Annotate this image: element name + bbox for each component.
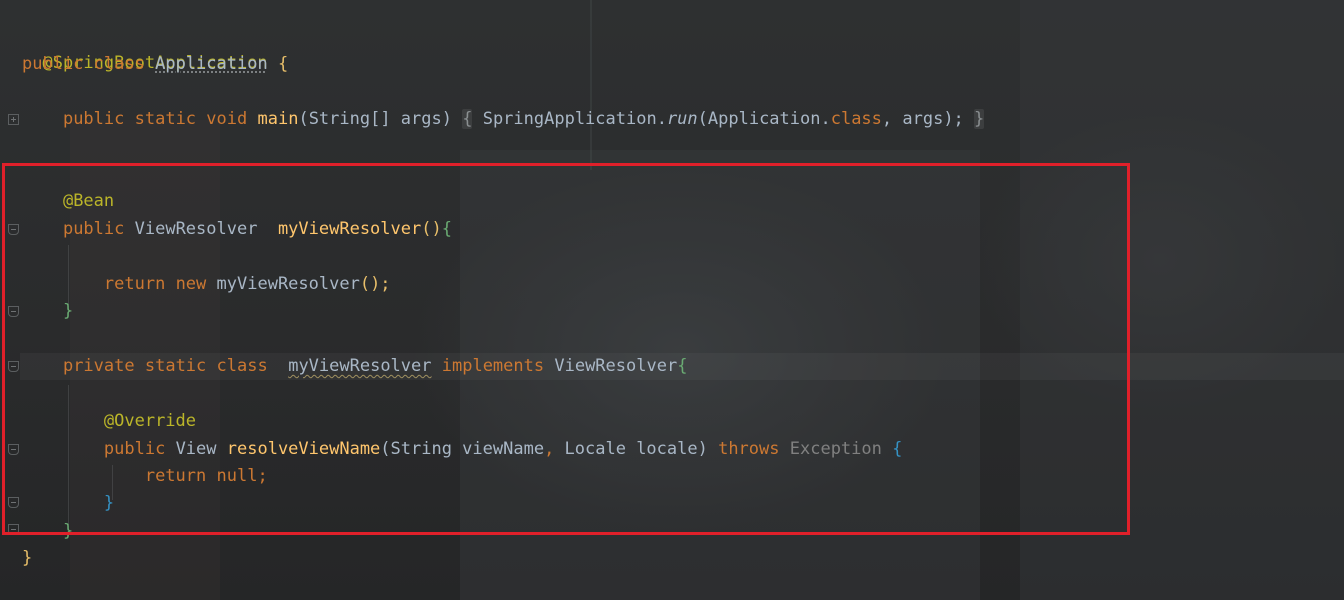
run-args-start: (Application. bbox=[697, 109, 831, 129]
code-line-13[interactable]: } bbox=[22, 518, 73, 545]
springapplication-call: SpringApplication. bbox=[472, 109, 667, 129]
keyword-void: void bbox=[206, 109, 248, 129]
folded-brace-close: } bbox=[974, 109, 985, 129]
keyword-return: return bbox=[144, 466, 207, 486]
keyword-public: public bbox=[22, 54, 84, 74]
method-run: run bbox=[666, 109, 698, 129]
code-line-2[interactable]: public class Application { bbox=[22, 51, 288, 78]
brace-open: { bbox=[277, 54, 289, 74]
main-params: (String[] args) bbox=[298, 109, 463, 129]
value-null: null; bbox=[216, 466, 268, 486]
code-line-10[interactable]: public View resolveViewName(String viewN… bbox=[22, 436, 902, 463]
constructor-parens: (); bbox=[359, 274, 391, 294]
keyword-new: new bbox=[175, 274, 207, 294]
fold-collapse-icon[interactable] bbox=[8, 306, 19, 317]
type-exception: Exception bbox=[789, 439, 882, 459]
brace-close: } bbox=[62, 301, 74, 321]
brace-open: { bbox=[677, 356, 688, 376]
folded-brace-open: { bbox=[462, 109, 473, 129]
params-viewname: (String viewName bbox=[380, 439, 545, 459]
fold-collapse-icon[interactable] bbox=[8, 444, 19, 455]
code-line-5[interactable]: public ViewResolver myViewResolver(){ bbox=[22, 216, 452, 243]
keyword-static: static bbox=[144, 356, 207, 376]
code-line-11[interactable]: return null; bbox=[22, 463, 268, 490]
code-line-14[interactable]: } bbox=[22, 545, 32, 572]
keyword-public: public bbox=[62, 219, 125, 239]
type-viewresolver: ViewResolver bbox=[134, 219, 258, 239]
keyword-return: return bbox=[103, 274, 166, 294]
background-building-right bbox=[1020, 0, 1344, 600]
brace-open: { bbox=[892, 439, 903, 459]
params-locale: Locale locale) bbox=[554, 439, 719, 459]
brace-close: } bbox=[22, 548, 33, 568]
code-line-1[interactable]: @SpringBootApplication bbox=[22, 23, 267, 73]
editor-gutter bbox=[0, 0, 20, 600]
keyword-class: class bbox=[216, 356, 268, 376]
keyword-class: class bbox=[830, 109, 882, 129]
keyword-class: class bbox=[93, 54, 145, 74]
method-myviewresolver: myViewResolver bbox=[277, 219, 422, 239]
constructor-myviewresolver: myViewResolver bbox=[216, 274, 360, 294]
code-line-9[interactable]: @Override bbox=[22, 408, 196, 435]
type-view: View bbox=[175, 439, 217, 459]
code-line-4[interactable]: @Bean bbox=[22, 188, 114, 215]
keyword-public: public bbox=[103, 439, 166, 459]
annotation-override: @Override bbox=[103, 411, 197, 431]
fold-collapse-icon[interactable] bbox=[8, 224, 19, 235]
class-name-myviewresolver: myViewResolver bbox=[288, 356, 432, 376]
parens: () bbox=[421, 219, 442, 239]
keyword-private: private bbox=[62, 356, 135, 376]
keyword-throws: throws bbox=[718, 439, 780, 459]
brace-open: { bbox=[441, 219, 452, 239]
code-line-3[interactable]: public static void main(String[] args) {… bbox=[22, 106, 985, 133]
class-name-application: Application bbox=[155, 54, 268, 74]
fold-collapse-icon[interactable] bbox=[8, 497, 19, 508]
param-comma: , bbox=[544, 439, 555, 459]
run-args-end: , args); bbox=[881, 109, 964, 129]
background-pipe bbox=[590, 0, 592, 170]
keyword-static: static bbox=[134, 109, 197, 129]
fold-collapse-icon[interactable] bbox=[8, 524, 19, 535]
method-resolveviewname: resolveViewName bbox=[226, 439, 381, 459]
keyword-public: public bbox=[62, 109, 125, 129]
keyword-implements: implements bbox=[441, 356, 545, 376]
method-main: main bbox=[257, 109, 299, 129]
fold-collapse-icon[interactable] bbox=[8, 361, 19, 372]
fold-expand-icon[interactable] bbox=[8, 114, 19, 125]
code-line-8[interactable]: private static class myViewResolver impl… bbox=[22, 353, 687, 380]
code-line-6[interactable]: return new myViewResolver(); bbox=[22, 271, 391, 298]
interface-viewresolver: ViewResolver bbox=[554, 356, 678, 376]
brace-close: } bbox=[103, 493, 115, 513]
code-line-12[interactable]: } bbox=[22, 490, 114, 517]
brace-close: } bbox=[62, 521, 74, 541]
annotation-bean: @Bean bbox=[62, 191, 115, 211]
code-line-7[interactable]: } bbox=[22, 298, 73, 325]
